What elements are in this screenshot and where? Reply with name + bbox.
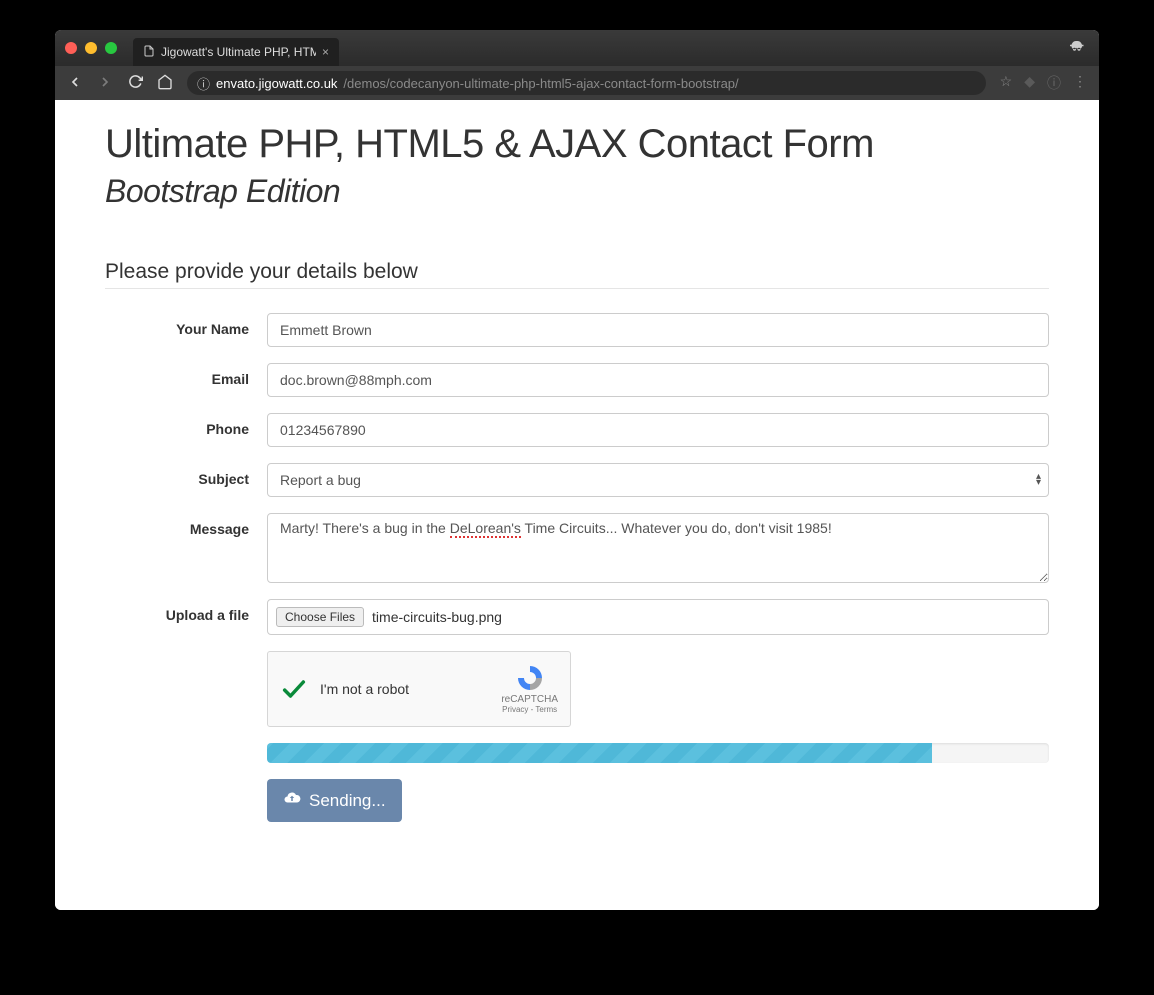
progress-bar bbox=[267, 743, 1049, 763]
tab-title: Jigowatt's Ultimate PHP, HTML bbox=[161, 45, 316, 59]
email-input[interactable] bbox=[267, 363, 1049, 397]
url-input[interactable]: ⓘ envato.jigowatt.co.uk/demos/codecanyon… bbox=[187, 71, 986, 95]
back-button[interactable] bbox=[67, 74, 83, 93]
minimize-window-button[interactable] bbox=[85, 42, 97, 54]
address-bar: ⓘ envato.jigowatt.co.uk/demos/codecanyon… bbox=[55, 66, 1099, 100]
email-label: Email bbox=[105, 363, 267, 397]
info-icon[interactable]: ⓘ bbox=[197, 74, 210, 93]
submit-label: Sending... bbox=[309, 791, 386, 811]
url-path: /demos/codecanyon-ultimate-php-html5-aja… bbox=[343, 76, 738, 91]
recaptcha-brand: reCAPTCHA Privacy - Terms bbox=[501, 664, 558, 714]
progress-bar-fill bbox=[267, 743, 932, 763]
file-icon bbox=[143, 45, 155, 60]
extension-icon[interactable]: ◆ bbox=[1024, 73, 1035, 93]
file-name: time-circuits-bug.png bbox=[372, 609, 502, 625]
recaptcha-logo-icon bbox=[501, 664, 558, 694]
page-content: Ultimate PHP, HTML5 & AJAX Contact Form … bbox=[55, 100, 1099, 910]
window-controls bbox=[65, 42, 133, 54]
recaptcha-widget[interactable]: I'm not a robot reCAPTCHA Privacy - Term… bbox=[267, 651, 571, 727]
home-button[interactable] bbox=[157, 74, 173, 93]
menu-icon[interactable]: ⋮ bbox=[1073, 73, 1087, 93]
page-title: Ultimate PHP, HTML5 & AJAX Contact Form bbox=[105, 122, 1049, 167]
browser-tab[interactable]: Jigowatt's Ultimate PHP, HTML × bbox=[133, 38, 339, 66]
submit-button[interactable]: Sending... bbox=[267, 779, 402, 822]
name-label: Your Name bbox=[105, 313, 267, 347]
forward-button[interactable] bbox=[97, 74, 113, 93]
upload-label: Upload a file bbox=[105, 599, 267, 635]
close-window-button[interactable] bbox=[65, 42, 77, 54]
message-textarea[interactable]: Marty! There's a bug in the DeLorean's T… bbox=[267, 513, 1049, 583]
upload-cloud-icon bbox=[283, 789, 301, 812]
incognito-icon bbox=[1067, 38, 1085, 61]
site-info-icon[interactable]: ⓘ bbox=[1047, 73, 1061, 93]
close-tab-icon[interactable]: × bbox=[322, 45, 329, 59]
reload-button[interactable] bbox=[127, 74, 143, 92]
file-input[interactable]: Choose Files time-circuits-bug.png bbox=[267, 599, 1049, 635]
recaptcha-label: I'm not a robot bbox=[320, 681, 489, 697]
subject-select[interactable]: Report a bug bbox=[267, 463, 1049, 497]
checkmark-icon bbox=[280, 675, 308, 703]
name-input[interactable] bbox=[267, 313, 1049, 347]
url-host: envato.jigowatt.co.uk bbox=[216, 76, 337, 91]
tab-bar: Jigowatt's Ultimate PHP, HTML × bbox=[55, 30, 1099, 66]
subject-label: Subject bbox=[105, 463, 267, 497]
phone-input[interactable] bbox=[267, 413, 1049, 447]
browser-window: Jigowatt's Ultimate PHP, HTML × ⓘ envato… bbox=[55, 30, 1099, 910]
form-legend: Please provide your details below bbox=[105, 260, 1049, 289]
phone-label: Phone bbox=[105, 413, 267, 447]
page-subtitle: Bootstrap Edition bbox=[105, 173, 1049, 210]
star-icon[interactable]: ☆ bbox=[1000, 73, 1013, 93]
message-label: Message bbox=[105, 513, 267, 583]
choose-files-button[interactable]: Choose Files bbox=[276, 607, 364, 627]
maximize-window-button[interactable] bbox=[105, 42, 117, 54]
